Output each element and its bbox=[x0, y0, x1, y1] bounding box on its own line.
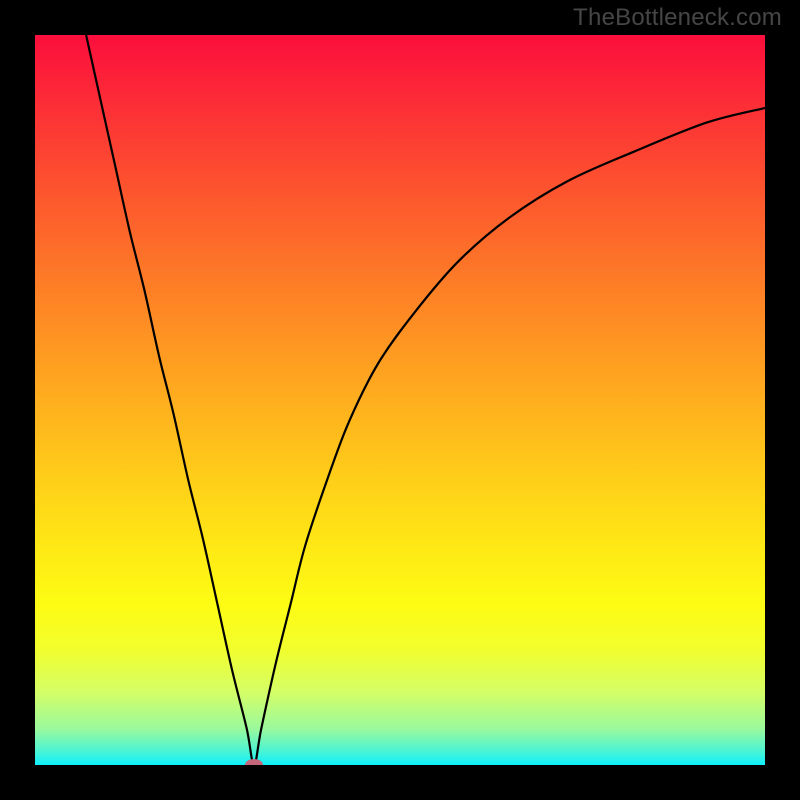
plot-svg bbox=[35, 35, 765, 765]
chart-canvas: TheBottleneck.com bbox=[0, 0, 800, 800]
minimum-marker bbox=[245, 759, 263, 765]
plot-area bbox=[35, 35, 765, 765]
watermark-text: TheBottleneck.com bbox=[573, 4, 782, 32]
gradient-background bbox=[35, 35, 765, 765]
